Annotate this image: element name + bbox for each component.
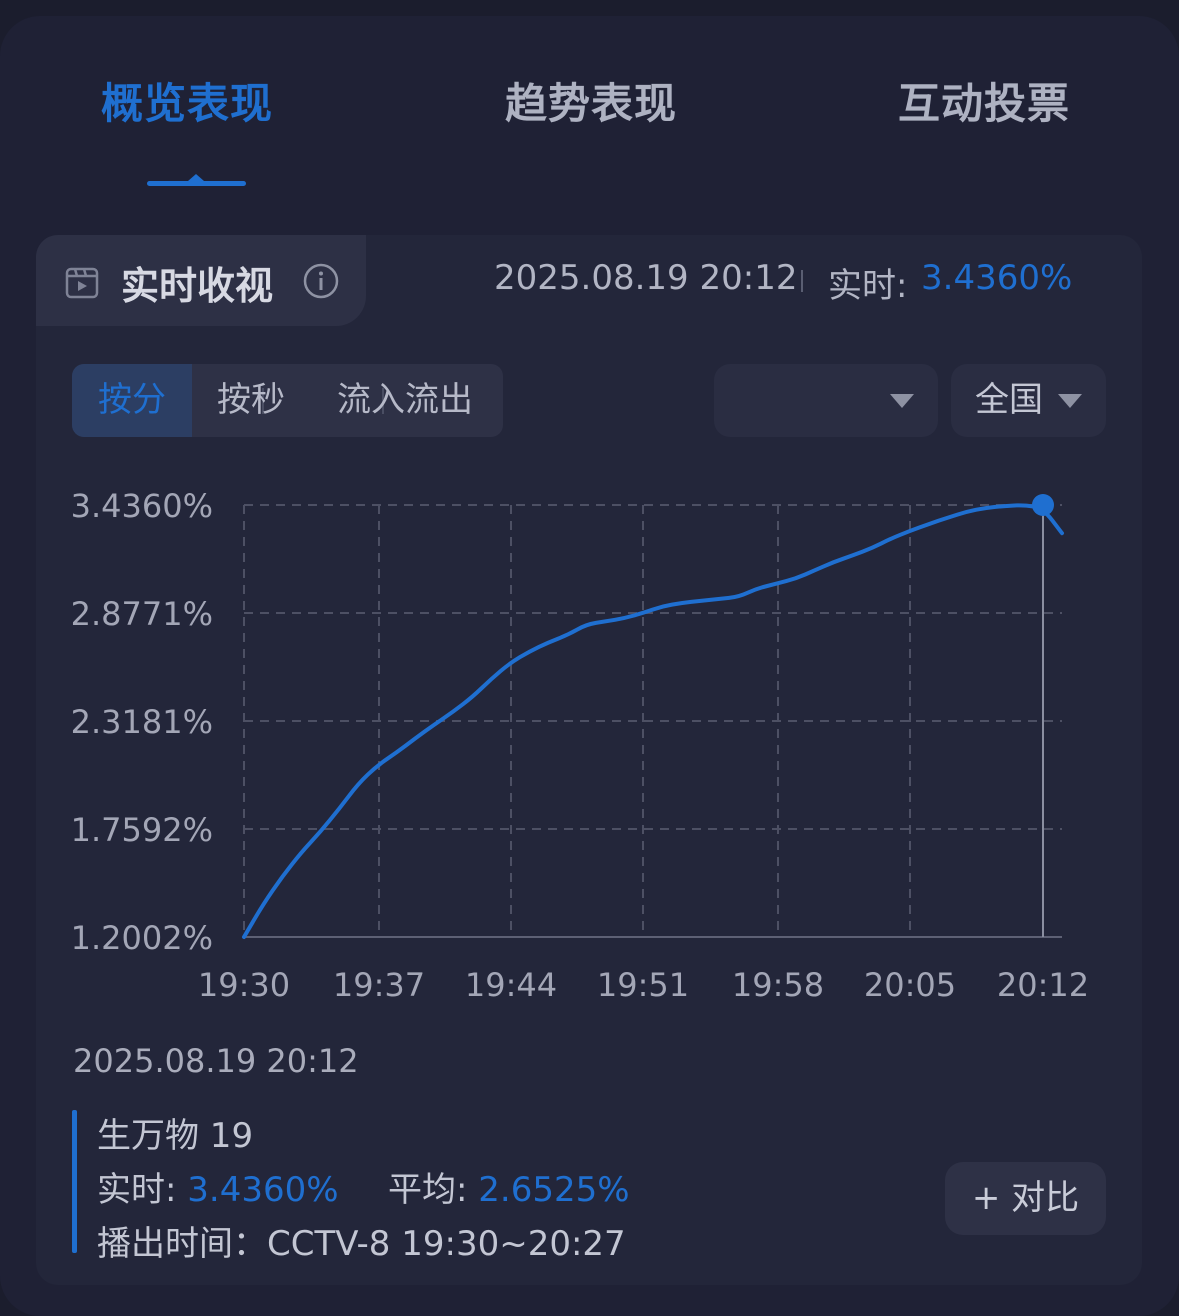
average-row: 平均: 2.6525%: [388, 1162, 630, 1211]
x-tick-label: 19:58: [732, 966, 824, 1004]
ratings-line-chart[interactable]: 3.4360% 2.8771% 2.3181% 1.7592% 1.2002% 19:30…: [0, 0, 1179, 1291]
airtime: 播出时间：CCTV-8 19:30~20:27: [97, 1224, 626, 1264]
detail-realtime-label: 实时:: [97, 1170, 177, 1210]
detail-average-value: 2.6525%: [478, 1170, 630, 1210]
detail-realtime-value: 3.4360%: [187, 1170, 339, 1210]
x-tick-label: 19:30: [198, 966, 290, 1004]
y-tick-label: 1.2002%: [71, 919, 213, 957]
y-tick-label: 1.7592%: [71, 811, 213, 849]
realtime-row: 实时: 3.4360%: [97, 1162, 339, 1211]
x-tick-label: 20:05: [864, 966, 956, 1004]
detail-average-label: 平均:: [388, 1170, 468, 1210]
detail-date: 2025.08.19 20:12: [73, 1042, 359, 1080]
x-tick-label: 19:51: [597, 966, 689, 1004]
x-tick-label: 19:37: [333, 966, 425, 1004]
detail-accent-bar: [72, 1110, 77, 1253]
compare-button[interactable]: + 对比: [945, 1162, 1106, 1235]
x-tick-label: 19:44: [465, 966, 557, 1004]
y-tick-label: 2.3181%: [71, 703, 213, 741]
current-point-marker: [1032, 494, 1054, 516]
y-tick-label: 3.4360%: [71, 487, 213, 525]
y-tick-label: 2.8771%: [71, 595, 213, 633]
x-tick-label: 20:12: [997, 966, 1089, 1004]
program-name: 生万物 19: [97, 1116, 254, 1156]
